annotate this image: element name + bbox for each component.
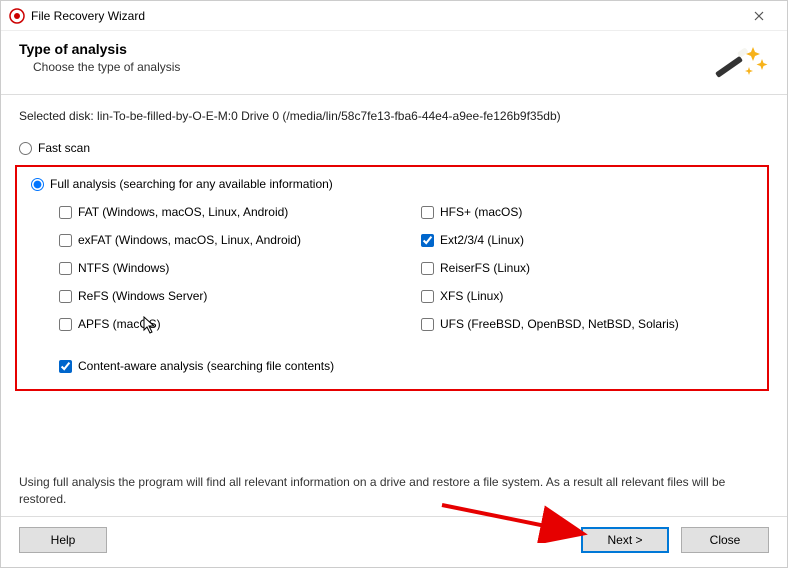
close-icon[interactable]: [739, 2, 779, 30]
fast-scan-label: Fast scan: [38, 141, 90, 155]
wizard-window: File Recovery Wizard Type of analysis Ch…: [0, 0, 788, 568]
help-button[interactable]: Help: [19, 527, 107, 553]
selected-disk-label: Selected disk: lin-To-be-filled-by-O-E-M…: [19, 109, 769, 123]
full-analysis-group: Full analysis (searching for any availab…: [15, 165, 769, 391]
button-bar: Help Next > Close: [1, 517, 787, 567]
filesystem-grid: FAT (Windows, macOS, Linux, Android) HFS…: [59, 205, 753, 331]
window-title: File Recovery Wizard: [31, 9, 739, 23]
fs-checkbox-reiserfs[interactable]: ReiserFS (Linux): [421, 261, 753, 275]
content-aware-checkbox[interactable]: Content-aware analysis (searching file c…: [59, 359, 753, 373]
titlebar: File Recovery Wizard: [1, 1, 787, 31]
app-icon: [9, 8, 25, 24]
content-aware-label: Content-aware analysis (searching file c…: [78, 359, 334, 373]
full-analysis-radio[interactable]: Full analysis (searching for any availab…: [31, 177, 753, 191]
page-subtitle: Choose the type of analysis: [33, 60, 180, 74]
fast-scan-radio[interactable]: Fast scan: [19, 141, 769, 155]
wizard-header: Type of analysis Choose the type of anal…: [1, 31, 787, 94]
fs-checkbox-ufs[interactable]: UFS (FreeBSD, OpenBSD, NetBSD, Solaris): [421, 317, 753, 331]
content-area: Selected disk: lin-To-be-filled-by-O-E-M…: [1, 95, 787, 464]
fs-checkbox-hfsplus[interactable]: HFS+ (macOS): [421, 205, 753, 219]
fs-checkbox-ext[interactable]: Ext2/3/4 (Linux): [421, 233, 753, 247]
fs-checkbox-refs[interactable]: ReFS (Windows Server): [59, 289, 391, 303]
fs-checkbox-exfat[interactable]: exFAT (Windows, macOS, Linux, Android): [59, 233, 391, 247]
close-button[interactable]: Close: [681, 527, 769, 553]
full-analysis-label: Full analysis (searching for any availab…: [50, 177, 333, 191]
fs-checkbox-apfs[interactable]: APFS (macOS): [59, 317, 391, 331]
wizard-wand-icon: [709, 41, 769, 86]
page-title: Type of analysis: [19, 41, 180, 57]
fs-checkbox-fat[interactable]: FAT (Windows, macOS, Linux, Android): [59, 205, 391, 219]
info-text: Using full analysis the program will fin…: [19, 474, 769, 508]
next-button[interactable]: Next >: [581, 527, 669, 553]
fs-checkbox-ntfs[interactable]: NTFS (Windows): [59, 261, 391, 275]
fs-checkbox-xfs[interactable]: XFS (Linux): [421, 289, 753, 303]
